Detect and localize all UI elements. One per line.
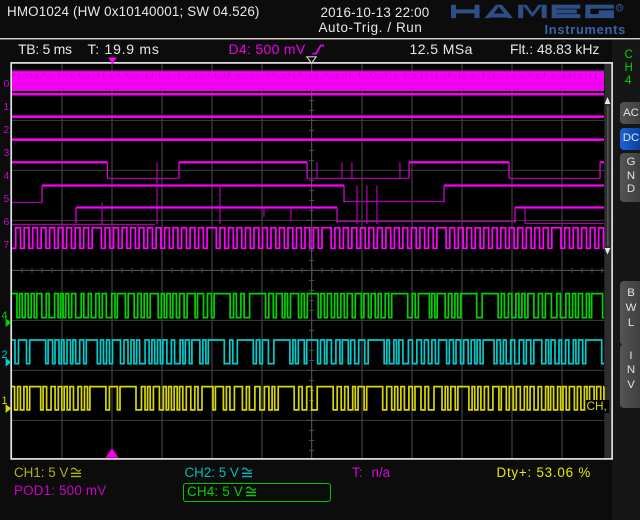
svg-text:R: R xyxy=(617,6,622,12)
